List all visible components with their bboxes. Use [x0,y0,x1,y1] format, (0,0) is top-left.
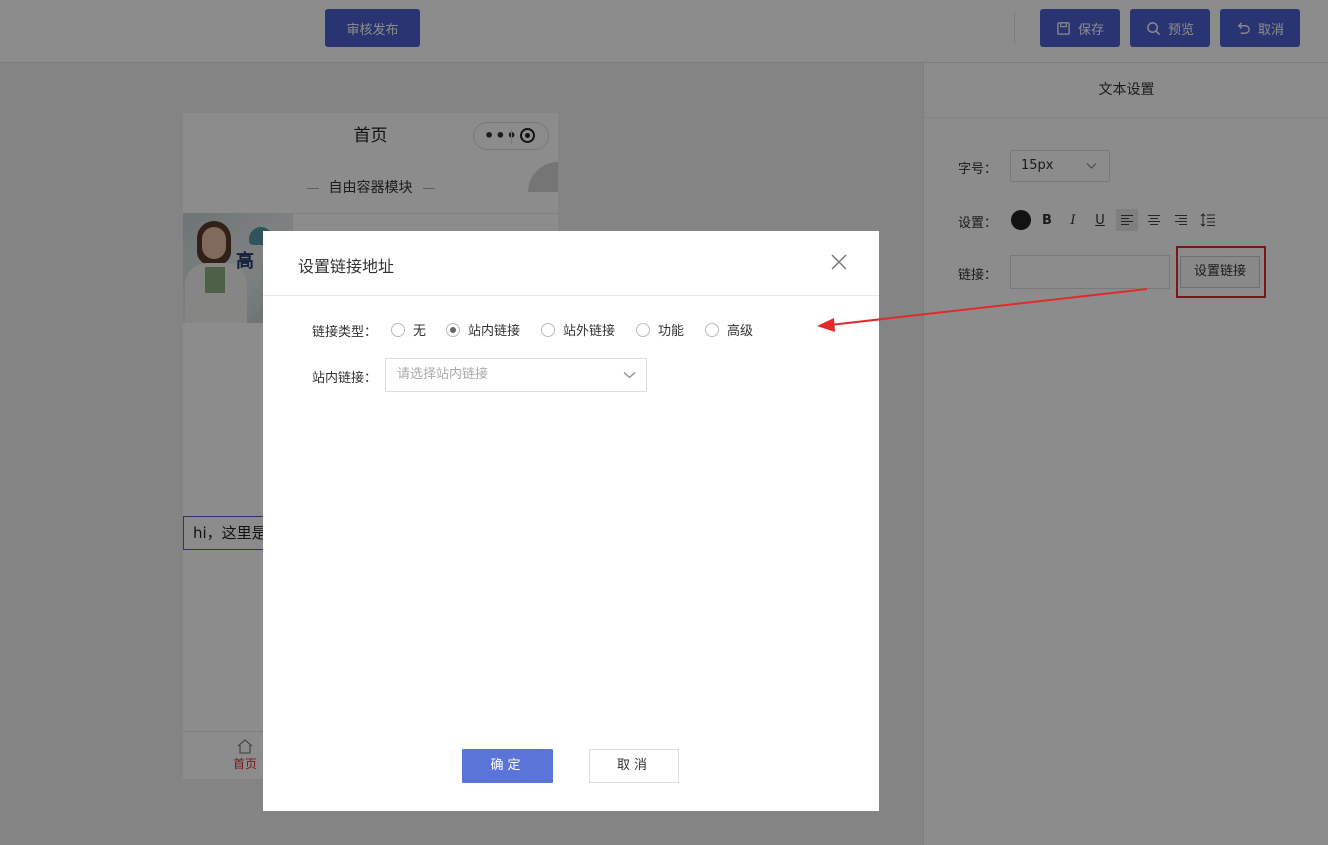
radio-none-label: 无 [413,324,427,339]
radio-circle[interactable] [391,322,405,337]
internal-link-placeholder: 请选择站内链接 [397,367,489,382]
radio-advanced[interactable]: 高级 [705,320,753,339]
radio-circle[interactable] [636,322,650,337]
internal-link-label: 站内链接： [312,371,378,386]
radio-function-label: 功能 [658,324,685,339]
radio-function[interactable]: 功能 [636,320,684,339]
radio-external-link-label: 站外链接 [563,324,616,339]
radio-advanced-label: 高级 [727,324,754,339]
radio-internal-link[interactable]: 站内链接 [446,320,520,339]
confirm-button[interactable]: 确定 [462,749,553,783]
close-icon[interactable] [830,253,848,271]
radio-external-link[interactable]: 站外链接 [541,320,615,339]
set-link-dialog: 设置链接地址 链接类型： 无 站内链接 站外链接 功能 高级 站内链接： 请选择… [263,231,879,811]
radio-circle[interactable] [446,322,460,337]
dialog-divider [263,295,879,296]
chevron-down-icon [623,372,636,379]
dialog-title: 设置链接地址 [298,257,395,276]
internal-link-select[interactable]: 请选择站内链接 [385,358,647,392]
radio-circle[interactable] [705,322,719,337]
radio-none[interactable]: 无 [391,320,426,339]
radio-circle[interactable] [541,322,555,337]
link-type-label: 链接类型： [312,325,378,340]
radio-internal-link-label: 站内链接 [468,324,521,339]
cancel-button[interactable]: 取消 [589,749,679,783]
